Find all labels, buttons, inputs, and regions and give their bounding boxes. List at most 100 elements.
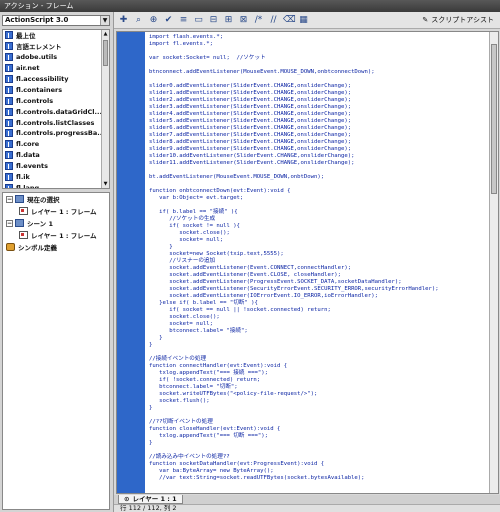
navigator-item[interactable]: − 現在の選択 [3,193,109,205]
package-list: 最上位言語エレメント adobe.utils air.net fl.accessibi… [2,29,110,189]
script-assist-button[interactable]: ✎ スクリプトアシスト [422,15,494,25]
comment-line-icon[interactable]: // [268,15,279,26]
layer-icon [19,231,28,239]
package-item[interactable]: fl.containers [3,84,109,95]
book-icon [5,162,13,171]
package-label: fl.ik [16,173,30,182]
code-scrollbar[interactable] [489,32,498,493]
package-list-scrollbar[interactable]: ▲ ▼ [101,30,109,188]
scroll-thumb[interactable] [103,40,108,66]
hint-icon[interactable]: ▭ [193,15,204,26]
book-icon [5,183,13,188]
scroll-up-icon[interactable]: ▲ [102,30,109,38]
code-scroll-thumb[interactable] [491,44,497,194]
package-item[interactable]: 言語エレメント [3,41,109,52]
tab-layer[interactable]: ⊙ レイヤー 1 : 1 [118,495,183,504]
code-text: //var text:String=socket.readUTFBytes(so… [149,475,365,481]
window-title: アクション - フレーム [0,0,500,12]
book-icon [5,85,13,94]
package-item[interactable]: fl.data [3,150,109,161]
add-icon[interactable]: ✚ [118,15,129,26]
package-item[interactable]: 最上位 [3,30,109,41]
navigator-label: レイヤー 1 : フレーム [31,232,97,240]
package-label: fl.controls [16,96,54,105]
package-item[interactable]: adobe.utils [3,52,109,63]
find-icon[interactable]: ⌕ [133,15,144,26]
package-label: fl.lang [16,183,40,189]
package-label: adobe.utils [16,53,58,62]
scroll-down-icon[interactable]: ▼ [102,180,109,188]
book-icon [5,107,13,116]
navigator-item[interactable]: レイヤー 1 : フレーム [3,229,109,241]
tab-label: レイヤー 1 : 1 [132,495,177,503]
package-item[interactable]: fl.events [3,161,109,172]
status-bar: 行 112 / 112, 列 2 [114,504,500,512]
book-icon [5,151,13,160]
tab-strip: ⊙ レイヤー 1 : 1 [114,495,500,504]
package-label: fl.containers [16,85,63,94]
book-icon [5,64,13,73]
cursor-position: 行 112 / 112, 列 2 [120,504,177,512]
expand-icon[interactable]: ⊞ [223,15,234,26]
book-icon [5,129,13,138]
package-item[interactable]: fl.lang [3,182,109,189]
language-select-value: ActionScript 3.0 [5,16,69,24]
expand-all-icon[interactable]: ⊠ [238,15,249,26]
package-item[interactable]: fl.controls.progressBa... [3,128,109,139]
package-label: 言語エレメント [16,43,62,52]
target-icon[interactable]: ⊕ [148,15,159,26]
layer-icon [19,207,28,215]
script-assist-label: スクリプトアシスト [431,16,494,24]
package-item[interactable]: fl.accessibility [3,74,109,85]
panel-icon[interactable]: ▦ [298,15,309,26]
code-text-area[interactable]: import flash.events.*; import fl.events.*… [116,31,499,494]
script-navigator: − 現在の選択レイヤー 1 : フレーム − シーン 1 レイヤー 1 : フレームシン… [2,192,110,510]
package-label: fl.controls.progressBa... [16,129,105,138]
package-item[interactable]: fl.ik [3,172,109,183]
uncomment-icon[interactable]: ⌫ [283,15,296,26]
book-icon [5,75,13,83]
collapse-icon[interactable]: ⊟ [208,15,219,26]
navigator-label: 現在の選択 [27,196,60,204]
book-icon [5,118,13,127]
code-line: //var text:String=socket.readUTFBytes(so… [117,474,487,482]
collapse-icon[interactable]: − [6,195,13,203]
book-icon [5,96,13,105]
package-label: air.net [16,64,40,73]
navigator-item[interactable]: シンボル定義 [3,241,109,253]
package-item[interactable]: fl.core [3,139,109,150]
scene-icon [15,219,24,227]
book-icon [5,31,13,40]
chevron-down-icon[interactable]: ▼ [100,16,109,25]
editor-toolbar: ✚ ⌕ ⊕ ✔ ≡ ▭ ⊟ ⊞ ⊠ /* // ⌫ ▦ ✎ スクリプトアシスト [114,12,500,29]
book-icon [5,53,13,62]
scene-icon [15,195,24,203]
package-label: fl.controls.dataGridCl... [16,107,102,116]
navigator-item[interactable]: − シーン 1 [3,217,109,229]
package-item[interactable]: fl.controls.dataGridCl... [3,106,109,117]
book-icon [5,140,13,149]
comment-icon[interactable]: /* [253,15,264,26]
wand-icon: ✎ [422,16,429,24]
package-label: fl.data [16,151,40,160]
collapse-icon[interactable]: − [6,219,13,227]
navigator-item[interactable]: レイヤー 1 : フレーム [3,205,109,217]
symbol-icon [6,243,15,251]
navigator-label: シーン 1 [27,220,53,228]
check-icon[interactable]: ✔ [163,15,174,26]
package-label: fl.controls.listClasses [16,118,95,127]
package-item[interactable]: fl.controls.listClasses [3,117,109,128]
package-label: fl.events [16,162,48,171]
script-editor: ✚ ⌕ ⊕ ✔ ≡ ▭ ⊟ ⊞ ⊠ /* // ⌫ ▦ ✎ スクリプトアシスト import flash… [113,12,500,512]
pin-icon[interactable]: ⊙ [124,495,129,503]
package-label: 最上位 [16,32,36,41]
package-label: fl.core [16,140,40,149]
book-icon [5,173,13,182]
package-item[interactable]: air.net [3,63,109,74]
navigator-label: シンボル定義 [18,244,57,252]
actions-toolbox: ActionScript 3.0 ▼ 最上位言語エレメント adobe.utils… [0,12,113,512]
language-select[interactable]: ActionScript 3.0 ▼ [2,15,110,26]
package-item[interactable]: fl.controls [3,95,109,106]
navigator-label: レイヤー 1 : フレーム [31,208,97,216]
format-icon[interactable]: ≡ [178,15,189,26]
